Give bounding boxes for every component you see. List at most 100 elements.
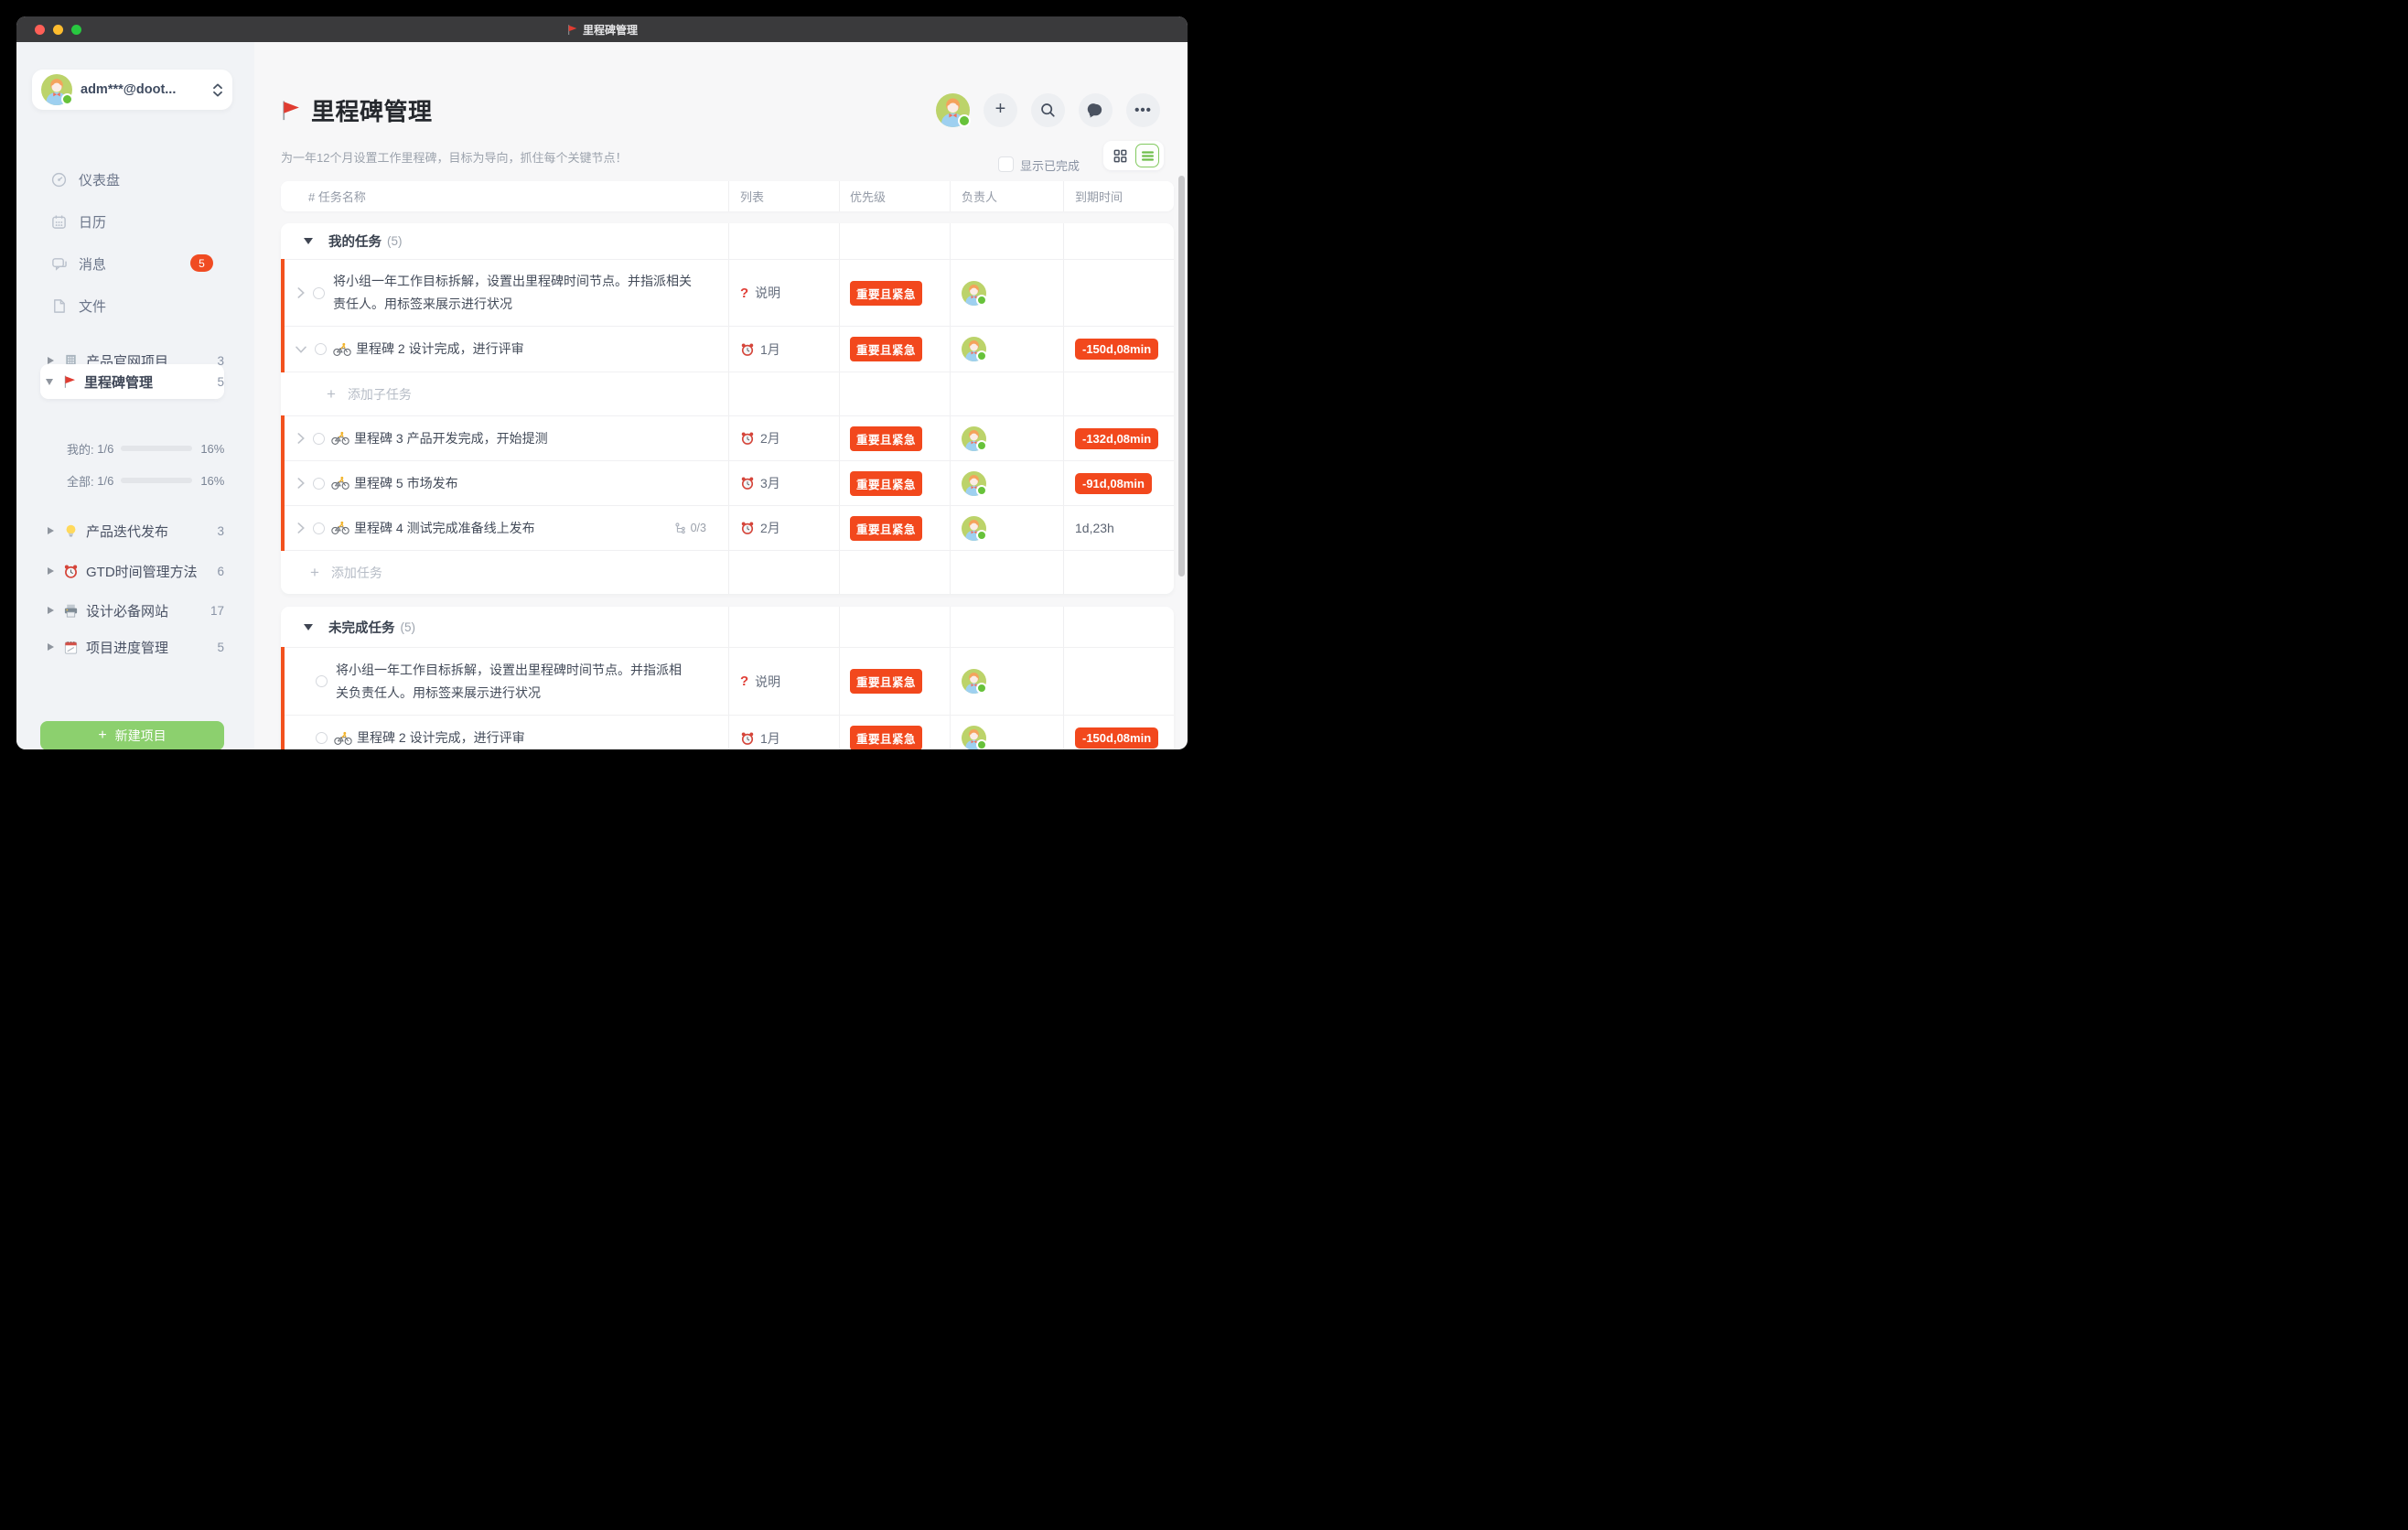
chevron-right-icon[interactable] [297,478,305,489]
sidebar-item-messages[interactable]: 消息 5 [16,242,254,285]
more-button[interactable]: ••• [1126,93,1160,127]
triangle-down-icon[interactable] [46,379,53,385]
chat-button[interactable] [1079,93,1113,127]
priority-badge[interactable]: 重要且紧急 [850,669,922,694]
table-row[interactable]: 将小组一年工作目标拆解，设置出里程碑时间节点。并指派相关责任人。用标签来展示进行… [281,259,1174,326]
assignee-avatar[interactable] [962,516,986,541]
assignee-avatar[interactable] [962,669,986,694]
sidebar-item-files[interactable]: 文件 [16,285,254,327]
chevron-down-icon[interactable] [296,346,306,353]
task-title[interactable]: 里程碑 2 设计完成，进行评审 [357,727,562,749]
table-row[interactable]: 里程碑 5 市场发布 3月 重要且紧急 -91d,08min [281,460,1174,505]
chevron-right-icon[interactable] [297,287,305,298]
group-count: (5) [387,234,403,248]
column-header-assignee[interactable]: 负责人 [950,181,1063,211]
sidebar-project-gtd[interactable]: GTD时间管理方法 6 [16,553,254,589]
add-task-row[interactable]: +添加任务 [281,550,1174,594]
list-name[interactable]: 2月 [760,429,780,447]
table-row[interactable]: 里程碑 4 测试完成准备线上发布 0/3 2月 重要且紧急 1d,23h [281,505,1174,550]
task-checkbox[interactable] [313,478,325,490]
priority-badge[interactable]: 重要且紧急 [850,281,922,306]
task-checkbox[interactable] [313,433,325,445]
user-avatar[interactable] [936,93,970,127]
table-row[interactable]: 里程碑 2 设计完成，进行评审 1月 重要且紧急 -150d,08min [281,715,1174,749]
sidebar: adm***@doot... 仪表盘 日历 消息 5 文件 [16,42,254,749]
column-header-list[interactable]: 列表 [728,181,839,211]
add-subtask-row[interactable]: +添加子任务 [281,372,1174,415]
account-switcher[interactable]: adm***@doot... [32,70,232,110]
priority-badge[interactable]: 重要且紧急 [850,726,922,749]
task-checkbox[interactable] [315,343,327,355]
triangle-right-icon[interactable] [48,643,54,651]
task-checkbox[interactable] [313,287,325,299]
priority-badge[interactable]: 重要且紧急 [850,426,922,451]
assignee-avatar[interactable] [962,471,986,496]
list-name[interactable]: 说明 [755,284,780,302]
group-header[interactable]: 未完成任务 (5) [281,607,1174,647]
priority-badge[interactable]: 重要且紧急 [850,471,922,496]
file-icon [51,298,67,314]
column-header-task[interactable]: # 任务名称 [281,181,728,211]
add-member-button[interactable]: + [984,93,1017,127]
list-icon [1141,150,1155,162]
task-checkbox[interactable] [313,523,325,534]
table-row[interactable]: 里程碑 3 产品开发完成，开始提测 2月 重要且紧急 -132d,08min [281,415,1174,460]
list-name[interactable]: 1月 [760,340,780,359]
group-header[interactable]: 我的任务 (5) [281,223,1174,259]
printer-icon [63,603,79,619]
triangle-down-icon[interactable] [304,624,313,630]
close-button[interactable] [35,25,45,35]
task-title[interactable]: 里程碑 5 市场发布 [354,472,495,495]
priority-badge[interactable]: 重要且紧急 [850,516,922,541]
sidebar-project-design[interactable]: 设计必备网站 17 [16,592,254,629]
task-title[interactable]: 里程碑 3 产品开发完成，开始提测 [354,427,585,450]
priority-badge[interactable]: 重要且紧急 [850,337,922,361]
table-row[interactable]: 将小组一年工作目标拆解，设置出里程碑时间节点。并指派相关负责任人。用标签来展示进… [281,647,1174,715]
assignee-avatar[interactable] [962,281,986,306]
table-row[interactable]: 里程碑 2 设计完成，进行评审 1月 重要且紧急 -150d,08min [281,326,1174,372]
chevron-right-icon[interactable] [297,523,305,533]
task-title[interactable]: 里程碑 2 设计完成，进行评审 [356,338,561,361]
list-name[interactable]: 3月 [760,474,780,492]
assignee-avatar[interactable] [962,337,986,361]
triangle-down-icon[interactable] [304,238,313,244]
column-header-due[interactable]: 到期时间 [1063,181,1174,211]
new-project-button[interactable]: + 新建项目 [40,721,224,749]
subtask-tree-icon [675,523,687,534]
list-name[interactable]: 说明 [755,673,780,691]
triangle-right-icon[interactable] [48,527,54,534]
task-title[interactable]: 将小组一年工作目标拆解，设置出里程碑时间节点。并指派相关负责任人。用标签来展示进… [336,659,728,705]
zoom-button[interactable] [71,25,81,35]
triangle-right-icon[interactable] [48,567,54,575]
cyclist-icon [334,731,352,746]
list-name[interactable]: 2月 [760,519,780,537]
chevron-right-icon[interactable] [297,433,305,444]
assignee-avatar[interactable] [962,726,986,749]
group-title: 未完成任务 [328,618,395,637]
assignee-avatar[interactable] [962,426,986,451]
list-view-button[interactable] [1135,144,1159,167]
project-label: 设计必备网站 [86,601,168,620]
show-completed-checkbox[interactable] [998,156,1014,172]
board-view-button[interactable] [1108,144,1132,167]
sidebar-project-schedule[interactable]: 项目进度管理 5 [16,629,254,665]
project-count: 5 [217,375,224,389]
sidebar-project-milestone[interactable]: 里程碑管理 5 [16,364,254,399]
triangle-right-icon[interactable] [48,607,54,614]
triangle-right-icon[interactable] [48,357,54,364]
task-title[interactable]: 将小组一年工作目标拆解，设置出里程碑时间节点。并指派相关责任人。用标签来展示进行… [333,270,728,316]
column-header-priority[interactable]: 优先级 [839,181,950,211]
search-button[interactable] [1031,93,1065,127]
progress-bar [121,446,192,451]
alarm-clock-icon [740,476,755,490]
sidebar-project-iteration[interactable]: 产品迭代发布 3 [16,512,254,549]
minimize-button[interactable] [53,25,63,35]
sidebar-item-calendar[interactable]: 日历 [16,200,254,242]
task-checkbox[interactable] [316,732,328,744]
list-name[interactable]: 1月 [760,729,780,748]
sidebar-item-dashboard[interactable]: 仪表盘 [16,158,254,200]
task-checkbox[interactable] [316,675,328,687]
task-title[interactable]: 里程碑 4 测试完成准备线上发布 [354,517,572,540]
vertical-scrollbar[interactable] [1178,176,1185,576]
nav-label: 仪表盘 [79,170,120,189]
